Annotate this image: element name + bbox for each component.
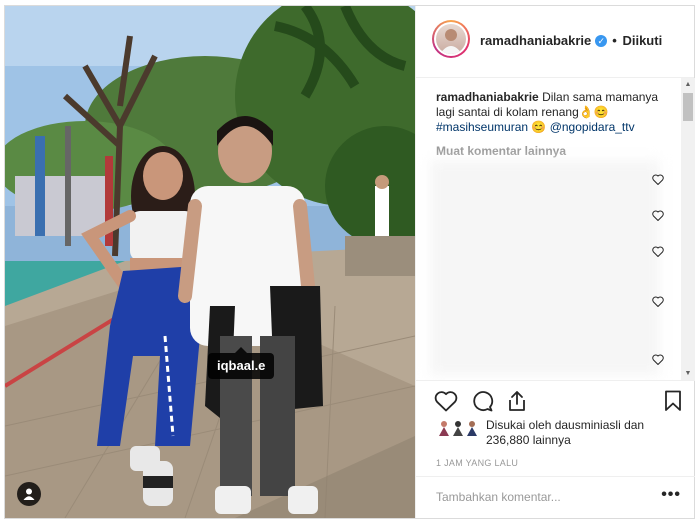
blurred-comments-area — [430, 160, 660, 375]
avatar[interactable] — [432, 20, 470, 58]
comment-like-heart-icon[interactable] — [652, 210, 664, 221]
comment-icon[interactable] — [470, 390, 494, 412]
heart-icon[interactable] — [434, 390, 458, 412]
caption-mention[interactable]: @ngopidara_ttv — [550, 120, 635, 134]
liker-avatars — [439, 421, 477, 436]
post-photo[interactable]: iqbaal.e — [5, 6, 415, 518]
photo-scene — [5, 6, 415, 518]
user-tag-icon — [23, 488, 35, 500]
user-tag-button[interactable] — [17, 482, 41, 506]
username-link[interactable]: ramadhaniabakrie — [480, 33, 591, 48]
likes-summary: Disukai oleh dausminiasli dan 236,880 la… — [436, 418, 676, 452]
comment-like-heart-icon[interactable] — [652, 354, 664, 365]
caption-emoji: 😊 — [531, 120, 547, 134]
post-modal: iqbaal.e ramadhaniabakrie ✓ • Diikuti ra… — [4, 5, 695, 519]
post-caption: ramadhaniabakrie Dilan sama mamanya lagi… — [436, 90, 671, 135]
comments-section: ramadhaniabakrie Dilan sama mamanya lagi… — [416, 78, 695, 381]
add-comment-bar: Tambahkan komentar... ••• — [416, 476, 695, 518]
avatar-photo — [440, 29, 462, 54]
verified-badge-icon: ✓ — [595, 34, 608, 47]
separator-dot: • — [612, 33, 617, 48]
share-icon[interactable] — [506, 390, 528, 412]
post-timestamp[interactable]: 1 JAM YANG LALU — [436, 458, 518, 468]
scroll-up-arrow[interactable]: ▲ — [681, 78, 695, 92]
more-options-icon[interactable]: ••• — [661, 486, 681, 504]
caption-hashtag[interactable]: #masihseumuran — [436, 120, 528, 134]
post-header: ramadhaniabakrie ✓ • Diikuti — [416, 6, 694, 78]
likes-count[interactable]: 236,880 lainnya — [486, 433, 571, 448]
add-comment-input[interactable]: Tambahkan komentar... — [436, 490, 561, 504]
comments-scrollbar[interactable]: ▲ ▼ — [681, 78, 695, 380]
likes-line-1[interactable]: Disukai oleh dausminiasli dan — [486, 418, 644, 433]
comment-like-heart-icon[interactable] — [652, 246, 664, 257]
scroll-down-arrow[interactable]: ▼ — [681, 367, 695, 380]
following-button[interactable]: Diikuti — [622, 33, 662, 48]
bookmark-icon[interactable] — [664, 390, 682, 412]
load-more-comments-button[interactable]: Muat komentar lainnya — [436, 144, 566, 158]
comment-like-heart-icon[interactable] — [652, 174, 664, 185]
scroll-thumb[interactable] — [683, 93, 693, 121]
comment-like-heart-icon[interactable] — [652, 296, 664, 307]
post-side-panel: ramadhaniabakrie ✓ • Diikuti ramadhaniabak… — [415, 6, 695, 518]
header-user-row: ramadhaniabakrie ✓ • Diikuti — [480, 33, 662, 48]
photo-user-tag[interactable]: iqbaal.e — [208, 347, 275, 379]
caption-username[interactable]: ramadhaniabakrie — [436, 90, 539, 104]
